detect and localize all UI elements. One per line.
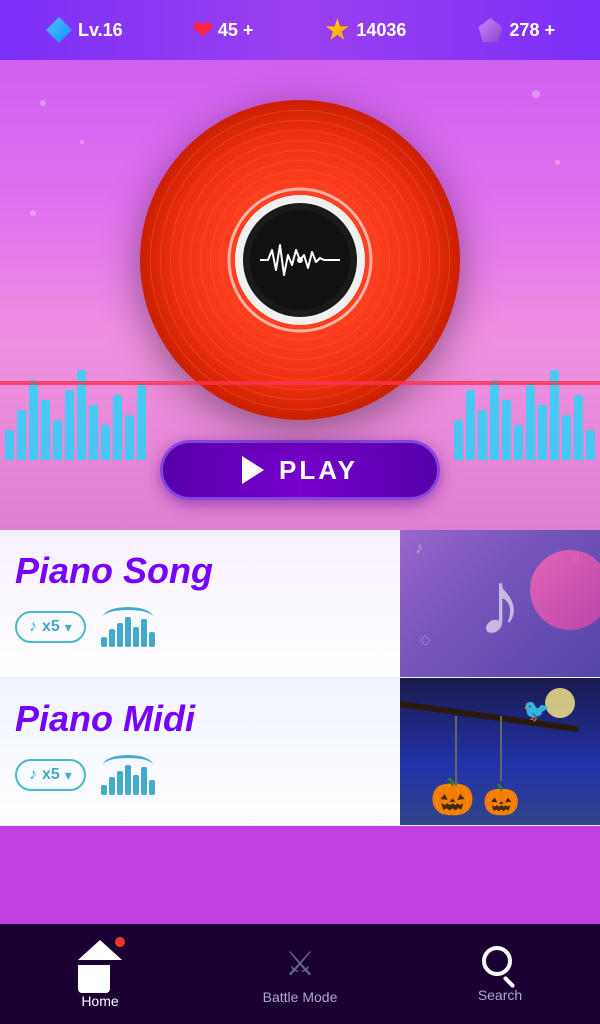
gem-icon xyxy=(476,16,504,44)
hearts-plus-button[interactable]: + xyxy=(243,20,254,41)
hearts-stat: ❤ 45 + xyxy=(193,16,254,45)
song-info-piano-midi: Piano Midi ♪ x5 ▾ xyxy=(0,678,400,825)
nav-label-home: Home xyxy=(81,993,118,1009)
pumpkin-2: 🎃 xyxy=(483,783,520,818)
song-item-piano-song[interactable]: Piano Song ♪ x5 ▾ xyxy=(0,530,600,678)
music-note-icon-2: ♪ xyxy=(29,766,37,784)
song-info-piano-song: Piano Song ♪ x5 ▾ xyxy=(0,530,400,677)
music-count-button-piano-song[interactable]: ♪ x5 ▾ xyxy=(15,611,86,643)
main-area: PLAY xyxy=(0,60,600,530)
search-icon xyxy=(482,946,518,982)
song-title-piano-midi: Piano Midi xyxy=(15,698,385,740)
song-thumbnail-piano-midi: 🐦 🎃 🎃 xyxy=(400,678,600,826)
song-controls-piano-midi: ♪ x5 ▾ xyxy=(15,755,385,795)
sparkle xyxy=(30,210,36,216)
bottom-nav: Home ⚔ Battle Mode Search xyxy=(0,924,600,1024)
nav-item-battle[interactable]: ⚔ Battle Mode xyxy=(200,924,400,1024)
chevron-down-icon: ▾ xyxy=(65,619,72,636)
big-music-note: ♪ xyxy=(478,559,523,649)
song-thumbnail-piano-song: ♪ ♫ ◇ ♪ xyxy=(400,530,600,678)
nav-label-search: Search xyxy=(478,987,522,1003)
chart-icon-piano-song[interactable] xyxy=(101,607,161,647)
red-line xyxy=(0,381,600,385)
hearts-value: 45 xyxy=(218,20,238,41)
heart-icon: ❤ xyxy=(193,16,213,45)
gold-stat: 14036 xyxy=(323,16,406,44)
song-controls-piano-song: ♪ x5 ▾ xyxy=(15,607,385,647)
play-label: PLAY xyxy=(279,455,358,486)
song-list: Piano Song ♪ x5 ▾ xyxy=(0,530,600,924)
song-title-piano-song: Piano Song xyxy=(15,550,385,592)
gems-plus-button[interactable]: + xyxy=(544,20,555,41)
pumpkin-1: 🎃 xyxy=(430,776,475,818)
diamond-icon xyxy=(45,16,73,44)
gems-stat: 278 + xyxy=(476,16,555,44)
crow-icon: 🐦 xyxy=(523,698,550,724)
level-text: Lv.16 xyxy=(78,20,123,41)
gems-value: 278 xyxy=(509,20,539,41)
sparkle xyxy=(80,140,84,144)
count-text-piano-midi: x5 xyxy=(42,766,60,784)
vinyl-record xyxy=(140,100,460,420)
level-stat: Lv.16 xyxy=(45,16,123,44)
home-icon xyxy=(78,940,122,988)
deco-note-3: ◇ xyxy=(420,631,431,648)
top-bar: Lv.16 ❤ 45 + 14036 278 + xyxy=(0,0,600,60)
waveform-svg xyxy=(260,240,340,280)
chart-icon-piano-midi[interactable] xyxy=(101,755,161,795)
gold-value: 14036 xyxy=(356,20,406,41)
gold-icon xyxy=(323,16,351,44)
nav-item-search[interactable]: Search xyxy=(400,924,600,1024)
sparkle xyxy=(555,160,560,165)
pumpkins: 🎃 🎃 xyxy=(430,776,520,818)
string-2 xyxy=(500,716,502,781)
play-triangle-icon xyxy=(242,456,264,484)
play-button[interactable]: PLAY xyxy=(160,440,440,500)
circle-decoration xyxy=(530,550,600,630)
music-note-icon: ♪ xyxy=(29,618,37,636)
deco-note-1: ♪ xyxy=(415,540,423,558)
count-text-piano-song: x5 xyxy=(42,618,60,636)
battle-icon: ⚔ xyxy=(285,944,315,984)
song-item-piano-midi[interactable]: Piano Midi ♪ x5 ▾ xyxy=(0,678,600,826)
sparkle xyxy=(40,100,46,106)
music-count-button-piano-midi[interactable]: ♪ x5 ▾ xyxy=(15,759,86,791)
string-1 xyxy=(455,716,457,786)
nav-label-battle: Battle Mode xyxy=(263,989,338,1005)
chevron-down-icon-2: ▾ xyxy=(65,767,72,784)
nav-item-home[interactable]: Home xyxy=(0,924,200,1024)
sparkle xyxy=(532,90,540,98)
